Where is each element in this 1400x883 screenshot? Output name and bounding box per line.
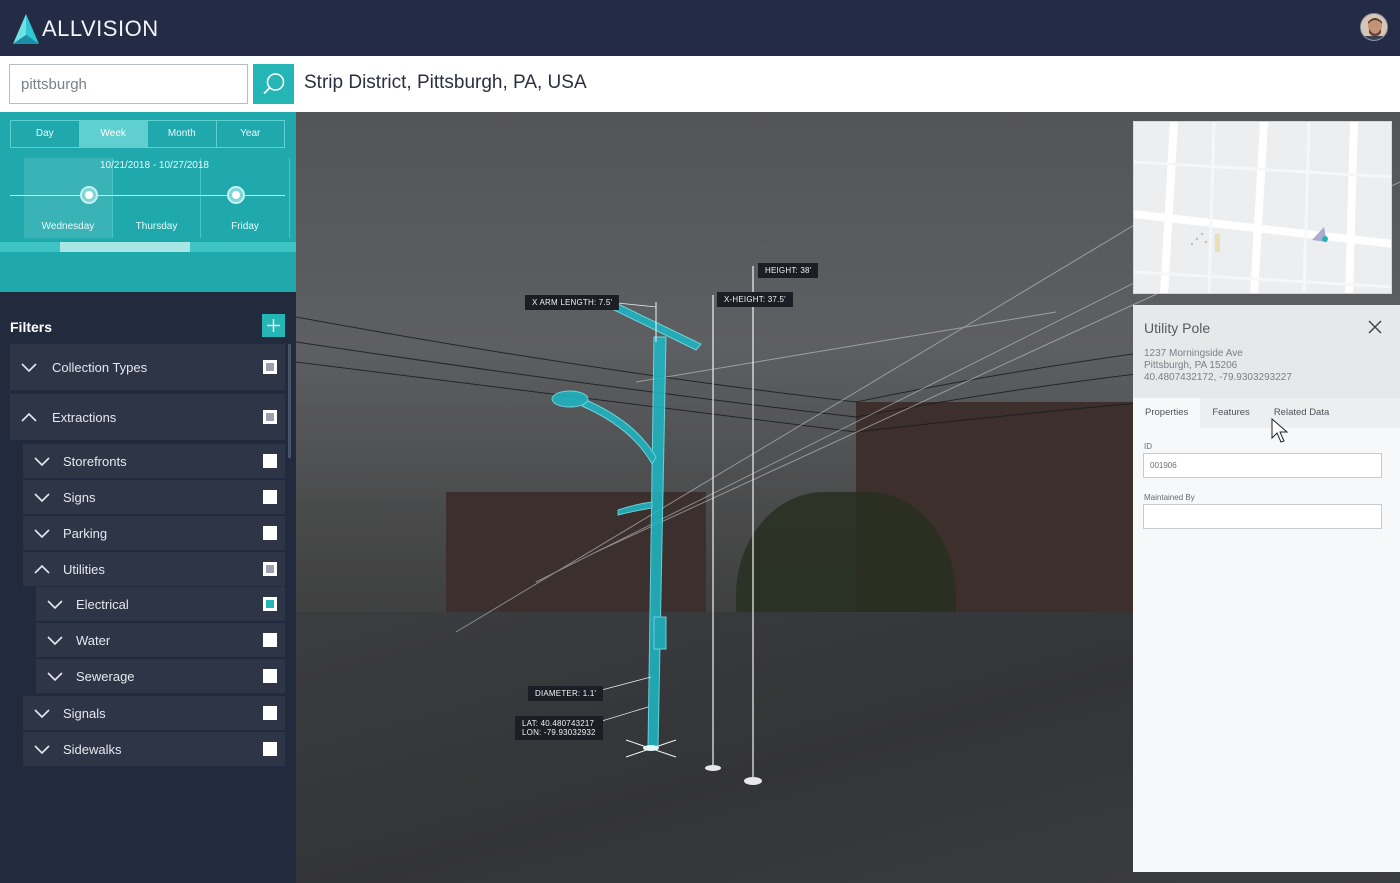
logo-mark-icon bbox=[13, 14, 39, 44]
detail-tabs: Properties Features Related Data bbox=[1133, 398, 1400, 428]
filter-row-storefronts[interactable]: Storefronts bbox=[23, 444, 285, 478]
filter-label: Collection Types bbox=[52, 359, 148, 375]
chevron-down-icon[interactable] bbox=[33, 455, 51, 467]
filter-label: Sidewalks bbox=[63, 741, 122, 757]
maintained-by-label: Maintained By bbox=[1144, 493, 1195, 502]
filter-label: Parking bbox=[63, 525, 108, 541]
filters-title: Filters bbox=[10, 319, 53, 335]
timeline-panel: Day Week Month Year Wednesday Thursday F… bbox=[0, 112, 296, 292]
coordinates: 40.4807432172, -79.9303293227 bbox=[1144, 372, 1292, 383]
chevron-down-icon[interactable] bbox=[46, 634, 64, 646]
filter-row-water[interactable]: Water bbox=[36, 623, 285, 657]
chevron-down-icon[interactable] bbox=[20, 361, 38, 373]
filter-row-utilities[interactable]: Utilities bbox=[23, 552, 285, 586]
filters-scrollbar[interactable] bbox=[288, 344, 291, 458]
mouse-cursor-icon bbox=[1271, 418, 1289, 443]
search-bar: Strip District, Pittsburgh, PA, USA bbox=[0, 56, 1400, 112]
tab-features[interactable]: Features bbox=[1200, 398, 1262, 428]
filter-row-sewerage[interactable]: Sewerage bbox=[36, 659, 285, 693]
height-label: HEIGHT: 38' bbox=[758, 263, 819, 278]
close-icon[interactable] bbox=[1368, 320, 1382, 334]
filter-row-collection-types[interactable]: Collection Types bbox=[10, 344, 285, 390]
plus-icon bbox=[267, 319, 280, 332]
filter-row-extractions[interactable]: Extractions bbox=[10, 394, 285, 440]
address-line-1: 1237 Morningside Ave bbox=[1144, 348, 1243, 359]
tab-year[interactable]: Year bbox=[217, 121, 285, 147]
time-range-tabs: Day Week Month Year bbox=[10, 120, 285, 148]
tab-day[interactable]: Day bbox=[11, 121, 80, 147]
detail-header: Utility Pole 1237 Morningside Ave Pittsb… bbox=[1133, 305, 1400, 398]
filter-label: Water bbox=[76, 632, 111, 648]
chevron-down-icon[interactable] bbox=[46, 598, 64, 610]
filter-checkbox[interactable] bbox=[263, 562, 277, 576]
filter-label: Electrical bbox=[76, 596, 129, 612]
timeline-marker[interactable] bbox=[80, 186, 98, 204]
id-field[interactable]: 001906 bbox=[1143, 453, 1382, 478]
search-input[interactable] bbox=[9, 64, 248, 104]
filter-row-signals[interactable]: Signals bbox=[23, 696, 285, 730]
coordinates-label: LAT: 40.480743217 LON: -79.93032932 bbox=[515, 716, 603, 740]
chevron-down-icon[interactable] bbox=[33, 743, 51, 755]
lon-value: LON: -79.93032932 bbox=[522, 728, 596, 737]
filter-row-signs[interactable]: Signs bbox=[23, 480, 285, 514]
maintained-by-field[interactable] bbox=[1143, 504, 1382, 529]
diameter-label: DIAMETER: 1.1' bbox=[528, 686, 604, 701]
x-height-label: X-HEIGHT: 37.5' bbox=[717, 292, 793, 307]
search-icon bbox=[262, 73, 284, 95]
day-label: Wednesday bbox=[41, 221, 95, 232]
add-filter-button[interactable] bbox=[262, 314, 285, 337]
chevron-down-icon[interactable] bbox=[33, 527, 51, 539]
id-label: ID bbox=[1144, 442, 1152, 451]
tab-week[interactable]: Week bbox=[79, 121, 148, 147]
filter-row-sidewalks[interactable]: Sidewalks bbox=[23, 732, 285, 766]
tab-properties[interactable]: Properties bbox=[1133, 398, 1201, 428]
filter-checkbox[interactable] bbox=[263, 410, 277, 424]
filter-row-parking[interactable]: Parking bbox=[23, 516, 285, 550]
x-arm-length-label: X ARM LENGTH: 7.5' bbox=[525, 295, 620, 310]
filter-checkbox[interactable] bbox=[263, 597, 277, 611]
location-title: Strip District, Pittsburgh, PA, USA bbox=[304, 72, 587, 93]
app-header: ALLVISION bbox=[0, 0, 1400, 56]
filter-label: Signs bbox=[63, 489, 96, 505]
chevron-down-icon[interactable] bbox=[33, 707, 51, 719]
chevron-down-icon[interactable] bbox=[33, 491, 51, 503]
filter-checkbox[interactable] bbox=[263, 706, 277, 720]
filter-label: Extractions bbox=[52, 409, 117, 425]
filter-checkbox[interactable] bbox=[263, 360, 277, 374]
filter-row-electrical[interactable]: Electrical bbox=[36, 587, 285, 621]
day-label: Thursday bbox=[135, 221, 178, 232]
tab-month[interactable]: Month bbox=[148, 121, 217, 147]
filter-checkbox[interactable] bbox=[263, 742, 277, 756]
filter-label: Storefronts bbox=[63, 453, 127, 469]
chevron-up-icon[interactable] bbox=[33, 563, 51, 575]
search-button[interactable] bbox=[253, 64, 294, 104]
filter-checkbox[interactable] bbox=[263, 454, 277, 468]
chevron-up-icon[interactable] bbox=[20, 411, 38, 423]
filter-checkbox[interactable] bbox=[263, 526, 277, 540]
address-line-2: Pittsburgh, PA 15206 bbox=[1144, 360, 1238, 371]
detail-panel: Utility Pole 1237 Morningside Ave Pittsb… bbox=[1133, 305, 1400, 872]
timeline-marker[interactable] bbox=[227, 186, 245, 204]
filter-checkbox[interactable] bbox=[263, 633, 277, 647]
filter-checkbox[interactable] bbox=[263, 669, 277, 683]
filter-label: Utilities bbox=[63, 561, 105, 577]
allvision-logo[interactable]: ALLVISION bbox=[12, 13, 159, 45]
filter-label: Signals bbox=[63, 705, 106, 721]
minimap[interactable] bbox=[1133, 121, 1392, 294]
chevron-down-icon[interactable] bbox=[46, 670, 64, 682]
date-range: 10/21/2018 - 10/27/2018 bbox=[100, 160, 209, 171]
detail-title: Utility Pole bbox=[1144, 320, 1211, 336]
user-avatar[interactable] bbox=[1360, 13, 1388, 41]
timeline-scroll-thumb[interactable] bbox=[60, 242, 190, 252]
filter-label: Sewerage bbox=[76, 668, 135, 684]
avatar-image-icon bbox=[1361, 14, 1387, 40]
day-column-friday[interactable]: Friday bbox=[201, 158, 290, 238]
minimap-roads bbox=[1134, 122, 1391, 293]
logo-text: ALLVISION bbox=[42, 16, 159, 41]
lat-value: LAT: 40.480743217 bbox=[522, 719, 595, 728]
filter-checkbox[interactable] bbox=[263, 490, 277, 504]
day-label: Friday bbox=[231, 221, 259, 232]
left-sidebar: Day Week Month Year Wednesday Thursday F… bbox=[0, 112, 296, 883]
